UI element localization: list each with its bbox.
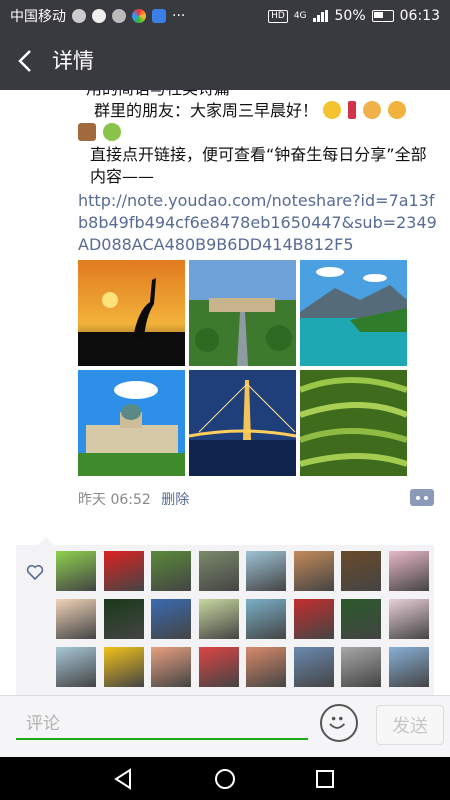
liker-avatar[interactable] bbox=[388, 551, 429, 591]
liker-avatar[interactable] bbox=[56, 551, 96, 591]
handshake-emoji-icon bbox=[363, 101, 382, 119]
rose-emoji-icon bbox=[348, 101, 357, 119]
network-label: 4G bbox=[293, 11, 307, 21]
colorful-app-icon bbox=[132, 9, 146, 23]
photo-castle[interactable] bbox=[78, 370, 185, 476]
liker-avatar[interactable] bbox=[198, 551, 239, 591]
post-instruction: 直接点开链接，便可查看“钟奋生每日分享”全部内容—— bbox=[90, 145, 427, 186]
coffee-emoji-icon bbox=[78, 123, 96, 141]
liker-avatar[interactable] bbox=[246, 551, 286, 591]
nav-back-icon[interactable] bbox=[110, 765, 138, 793]
liker-avatar[interactable] bbox=[246, 599, 286, 639]
liker-avatar[interactable] bbox=[341, 551, 381, 591]
comment-input[interactable] bbox=[16, 710, 308, 740]
photo-bridge-night[interactable] bbox=[189, 370, 296, 476]
post-link[interactable]: http://note.youdao.com/noteshare?id=7a13… bbox=[78, 190, 438, 256]
hd-badge: HD bbox=[268, 9, 288, 23]
liker-avatar[interactable] bbox=[293, 647, 334, 687]
send-button[interactable]: 发送 bbox=[376, 705, 444, 745]
liker-avatar[interactable] bbox=[293, 551, 334, 591]
likes-panel bbox=[16, 537, 434, 695]
liker-avatar[interactable] bbox=[198, 647, 239, 687]
liker-avatar[interactable] bbox=[388, 599, 429, 639]
liker-avatar[interactable] bbox=[151, 599, 191, 639]
title-bar: 详情 bbox=[0, 32, 450, 90]
liker-avatar[interactable] bbox=[103, 599, 144, 639]
app-icon bbox=[112, 9, 126, 23]
post-greeting: 群里的朋友：大家周三早晨好！ bbox=[94, 101, 319, 120]
battery-label: 50% bbox=[334, 8, 366, 24]
liker-avatar[interactable] bbox=[293, 599, 334, 639]
signal-icon bbox=[312, 10, 329, 22]
delete-link[interactable]: 删除 bbox=[161, 492, 189, 508]
back-arrow-icon[interactable] bbox=[14, 48, 38, 74]
liker-avatar[interactable] bbox=[151, 647, 191, 687]
strong-emoji-icon bbox=[388, 101, 407, 119]
liker-avatar[interactable] bbox=[341, 647, 381, 687]
qq-icon bbox=[92, 9, 106, 23]
photo-campus-aerial[interactable] bbox=[189, 260, 296, 366]
moment-detail: 用的简语与社美诗篇 群里的朋友：大家周三早晨好！ 直接点开链接，便可查看“钟奋生… bbox=[0, 90, 450, 695]
liker-avatar[interactable] bbox=[103, 551, 144, 591]
liker-avatar[interactable] bbox=[341, 599, 381, 639]
page-title: 详情 bbox=[52, 49, 94, 73]
smile-emoji-icon bbox=[323, 101, 342, 119]
photo-rice-terraces[interactable] bbox=[300, 370, 407, 476]
carrier-label: 中国移动 bbox=[10, 9, 66, 25]
photo-heron-sunset[interactable] bbox=[78, 260, 185, 366]
status-bar: 中国移动 ··· HD 4G 50% 06:13 bbox=[0, 0, 450, 32]
liker-avatar[interactable] bbox=[388, 647, 429, 687]
post-timestamp: 昨天 06:52 bbox=[78, 492, 151, 508]
liker-avatar[interactable] bbox=[198, 599, 239, 639]
photo-grid bbox=[78, 260, 408, 476]
post-meta: 昨天 06:52 删除 bbox=[78, 489, 189, 509]
post-line-partial: 用的简语与社美诗篇 bbox=[78, 90, 438, 100]
battery-icon bbox=[371, 10, 394, 22]
liker-avatar[interactable] bbox=[246, 647, 286, 687]
heart-icon bbox=[26, 564, 44, 581]
nav-home-icon[interactable] bbox=[211, 765, 239, 793]
liker-avatar[interactable] bbox=[151, 551, 191, 591]
liker-avatar[interactable] bbox=[56, 647, 96, 687]
liker-avatar[interactable] bbox=[56, 599, 96, 639]
nav-recents-icon[interactable] bbox=[311, 765, 339, 793]
notification-icon bbox=[72, 9, 86, 23]
clock-label: 06:13 bbox=[399, 8, 440, 24]
baidu-icon bbox=[152, 9, 166, 23]
comment-bar: 发送 bbox=[0, 695, 450, 758]
system-nav-bar bbox=[0, 757, 450, 800]
post-text: 用的简语与社美诗篇 群里的朋友：大家周三早晨好！ 直接点开链接，便可查看“钟奋生… bbox=[78, 90, 438, 256]
cheer-emoji-icon bbox=[103, 123, 122, 141]
liker-avatar[interactable] bbox=[103, 647, 144, 687]
more-dots-icon[interactable] bbox=[410, 489, 434, 506]
photo-mountain-lake[interactable] bbox=[300, 260, 407, 366]
more-notifications-label: ··· bbox=[172, 8, 186, 24]
emoji-icon[interactable] bbox=[320, 704, 358, 742]
